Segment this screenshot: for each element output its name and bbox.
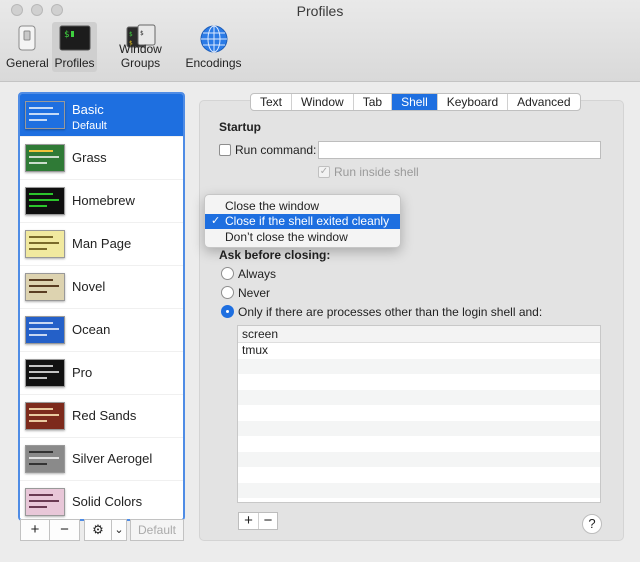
profile-thumbnail-pro [25,359,65,387]
tab-text[interactable]: Text [251,94,293,110]
profile-thumbnail-basic [25,101,65,129]
remove-process-button[interactable]: − [258,513,277,529]
empty-row [238,482,600,498]
radio-never[interactable] [221,286,234,299]
profile-thumbnail-solid-colors [25,488,65,516]
profile-name: Basic [72,102,104,117]
profile-thumbnail-red-sands [25,402,65,430]
toolbar-general-label: General [6,56,49,70]
tab-keyboard[interactable]: Keyboard [438,94,509,110]
profile-name: Homebrew [72,193,135,208]
radio-always-label: Always [238,267,277,281]
profile-name: Novel [72,279,106,294]
list-item[interactable]: screen [238,326,600,343]
empty-row [238,420,600,436]
profile-name: Grass [72,150,107,165]
profile-name: Silver Aerogel [72,451,153,466]
profile-name: Solid Colors [72,494,143,509]
profile-thumbnail-man-page [25,230,65,258]
profile-name: Red Sands [72,408,137,423]
switch-icon [18,25,36,51]
toolbar-window-groups-label: Window Groups [119,42,162,70]
empty-row [238,405,600,421]
menu-item-label: Close if the shell exited cleanly [225,214,390,228]
profile-item-basic[interactable]: Basic Default [20,94,183,137]
startup-heading: Startup [219,120,261,134]
radio-never-label: Never [238,286,271,300]
run-inside-shell-checkbox[interactable]: ✓ [318,166,330,178]
exit-behavior-menu[interactable]: Close the window ✓ Close if the shell exi… [204,194,401,248]
gear-menu-button[interactable]: ⚙ [84,519,112,541]
profile-item-homebrew[interactable]: Homebrew [20,180,183,223]
svg-text:$: $ [140,30,144,37]
toolbar-general[interactable]: General [6,22,49,72]
empty-row [238,436,600,452]
empty-row [238,467,600,483]
profile-name: Pro [72,365,93,380]
svg-text:$: $ [64,30,69,40]
profile-item-ocean[interactable]: Ocean [20,309,183,352]
remove-profile-button[interactable]: − [49,519,80,541]
svg-text:$: $ [129,31,133,38]
profile-item-solid-colors[interactable]: Solid Colors [20,481,183,519]
profiles-window: Profiles General $ Profiles $ $ $ Window… [0,0,640,562]
process-list[interactable]: screen tmux [237,325,601,503]
profile-name: Man Page [72,236,132,251]
profile-thumbnail-ocean [25,316,65,344]
list-item[interactable]: tmux [238,343,600,359]
set-default-button[interactable]: Default [130,519,184,541]
radio-only-if-processes-label: Only if there are processes other than t… [238,305,543,319]
run-command-field[interactable] [318,141,601,159]
profile-thumbnail-novel [25,273,65,301]
profile-thumbnail-homebrew [25,187,65,215]
ask-before-closing-heading: Ask before closing: [219,248,331,262]
tab-shell[interactable]: Shell [392,94,438,110]
menu-item-dont-close[interactable]: Don’t close the window [205,230,400,245]
profile-list[interactable]: Basic Default Grass Homebrew Man Page No… [18,92,185,521]
profile-item-grass[interactable]: Grass [20,137,183,180]
tab-window[interactable]: Window [292,94,354,110]
profile-thumbnail-silver-aerogel [25,445,65,473]
profile-default-badge: Default [72,120,107,132]
window-title: Profiles [296,3,344,19]
toolbar-encodings-label: Encodings [185,56,242,70]
radio-only-if-processes[interactable] [221,305,234,318]
toolbar-window-groups[interactable]: $ $ $ Window Groups [100,22,181,72]
profile-item-red-sands[interactable]: Red Sands [20,395,183,438]
profile-item-silver-aerogel[interactable]: Silver Aerogel [20,438,183,481]
globe-icon [200,25,227,53]
toolbar-profiles[interactable]: $ Profiles [52,22,97,72]
settings-tabs: Text Window Tab Shell Keyboard Advanced [250,93,581,111]
run-inside-shell-label: Run inside shell [334,165,419,179]
toolbar-profiles-label: Profiles [54,56,95,70]
profile-thumbnail-grass [25,144,65,172]
profile-item-man-page[interactable]: Man Page [20,223,183,266]
empty-row [238,389,600,405]
menu-item-label: Don’t close the window [225,230,348,244]
toolbar-encodings[interactable]: Encodings [185,22,242,72]
empty-row [238,358,600,374]
radio-always[interactable] [221,267,234,280]
chevron-down-icon[interactable]: ⌄ [111,519,127,541]
help-button[interactable]: ? [582,514,602,534]
run-command-checkbox[interactable] [219,144,231,156]
menu-item-label: Close the window [225,199,320,213]
add-profile-button[interactable]: + [20,519,50,541]
add-process-button[interactable]: + [239,513,258,529]
profile-item-novel[interactable]: Novel [20,266,183,309]
process-list-controls: + − [238,512,278,530]
menu-item-close-if-clean[interactable]: ✓ Close if the shell exited cleanly [205,214,400,229]
gear-icon: ⚙ [92,522,104,537]
empty-row [238,374,600,390]
terminal-icon: $ [59,25,90,51]
title-bar: Profiles General $ Profiles $ $ $ Window… [0,0,640,82]
checkmark-icon: ✓ [211,215,221,227]
run-command-label: Run command: [235,143,317,157]
empty-row [238,451,600,467]
tab-advanced[interactable]: Advanced [508,94,579,110]
menu-item-close-window[interactable]: Close the window [205,199,400,214]
profile-name: Ocean [72,322,111,337]
profile-item-pro[interactable]: Pro [20,352,183,395]
tab-tab[interactable]: Tab [354,94,393,110]
